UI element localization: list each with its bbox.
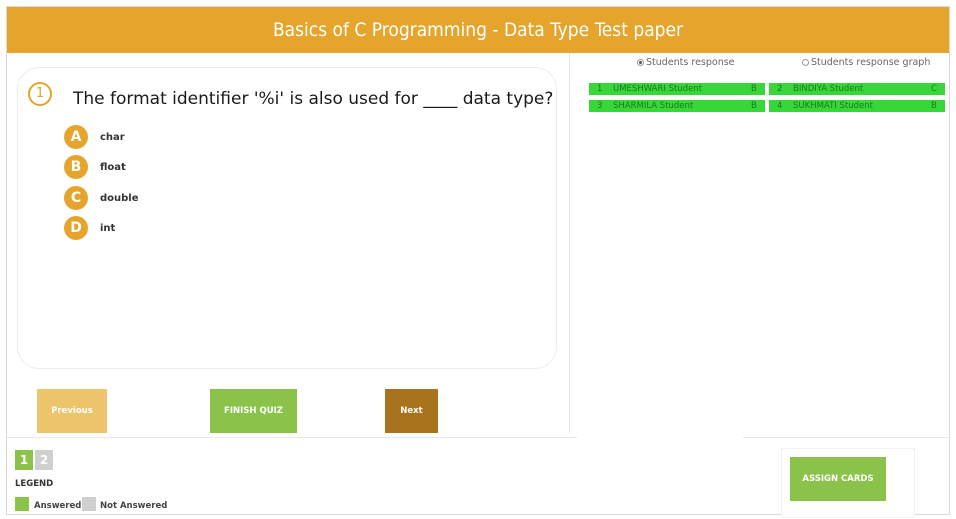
response-row: 3 SHARMILA Student B 4 SUKHMATI Student … bbox=[589, 100, 945, 112]
radio-selected-icon bbox=[637, 59, 644, 66]
response-row: 1 UMESHWARI Student B 2 BINDIYA Student … bbox=[589, 83, 945, 95]
option-text: double bbox=[100, 192, 139, 204]
legend-not-answered-swatch bbox=[82, 497, 96, 511]
question-card: 1 The format identifier '%i' is also use… bbox=[17, 67, 557, 369]
page-button-1[interactable]: 1 bbox=[15, 450, 33, 470]
option-text: int bbox=[100, 222, 116, 234]
response-cell: 2 BINDIYA Student C bbox=[769, 83, 945, 95]
response-number: 2 bbox=[777, 84, 783, 94]
response-student-name: SUKHMATI Student bbox=[793, 101, 873, 111]
question-number-badge: 1 bbox=[28, 82, 52, 106]
quiz-window: Basics of C Programming - Data Type Test… bbox=[6, 6, 950, 518]
radio-label: Students response bbox=[646, 57, 735, 68]
option-b[interactable]: B float bbox=[64, 155, 126, 179]
response-answer: B bbox=[751, 84, 757, 94]
option-letter: A bbox=[64, 125, 88, 149]
option-text: char bbox=[100, 131, 125, 143]
page-button-2[interactable]: 2 bbox=[35, 450, 53, 470]
response-student-name: BINDIYA Student bbox=[793, 84, 864, 94]
response-answer: C bbox=[931, 84, 937, 94]
option-d[interactable]: D int bbox=[64, 216, 115, 240]
quiz-header: Basics of C Programming - Data Type Test… bbox=[7, 7, 949, 53]
option-text: float bbox=[100, 161, 126, 173]
finish-quiz-button[interactable]: FINISH QUIZ bbox=[210, 389, 297, 433]
response-number: 3 bbox=[597, 101, 603, 111]
response-answer: B bbox=[751, 101, 757, 111]
option-letter: B bbox=[64, 155, 88, 179]
legend-title: LEGEND bbox=[15, 479, 54, 489]
option-a[interactable]: A char bbox=[64, 125, 125, 149]
option-letter: C bbox=[64, 186, 88, 210]
radio-students-response[interactable]: Students response bbox=[637, 57, 735, 68]
legend-answered-swatch bbox=[15, 497, 29, 511]
response-cell: 4 SUKHMATI Student B bbox=[769, 100, 945, 112]
panel-divider bbox=[569, 53, 570, 433]
response-answer: B bbox=[931, 101, 937, 111]
option-c[interactable]: C double bbox=[64, 186, 139, 210]
legend-answered-label: Answered bbox=[34, 501, 82, 511]
assign-cards-button[interactable]: ASSIGN CARDS bbox=[790, 457, 886, 501]
radio-students-response-graph[interactable]: Students response graph bbox=[802, 57, 930, 68]
radio-label: Students response graph bbox=[811, 57, 931, 68]
radio-unselected-icon bbox=[802, 59, 809, 66]
response-student-name: SHARMILA Student bbox=[613, 101, 694, 111]
response-number: 1 bbox=[597, 84, 603, 94]
option-letter: D bbox=[64, 216, 88, 240]
response-cell: 1 UMESHWARI Student B bbox=[589, 83, 765, 95]
previous-button[interactable]: Previous bbox=[37, 389, 107, 433]
quiz-title: Basics of C Programming - Data Type Test… bbox=[272, 19, 684, 41]
next-button[interactable]: Next bbox=[385, 389, 438, 433]
legend-not-answered-label: Not Answered bbox=[100, 501, 168, 511]
footer-blank-area bbox=[577, 437, 743, 459]
response-student-name: UMESHWARI Student bbox=[613, 84, 703, 94]
question-text: The format identifier '%i' is also used … bbox=[73, 89, 554, 109]
response-number: 4 bbox=[777, 101, 783, 111]
footer-divider bbox=[7, 437, 949, 438]
response-cell: 3 SHARMILA Student B bbox=[589, 100, 765, 112]
